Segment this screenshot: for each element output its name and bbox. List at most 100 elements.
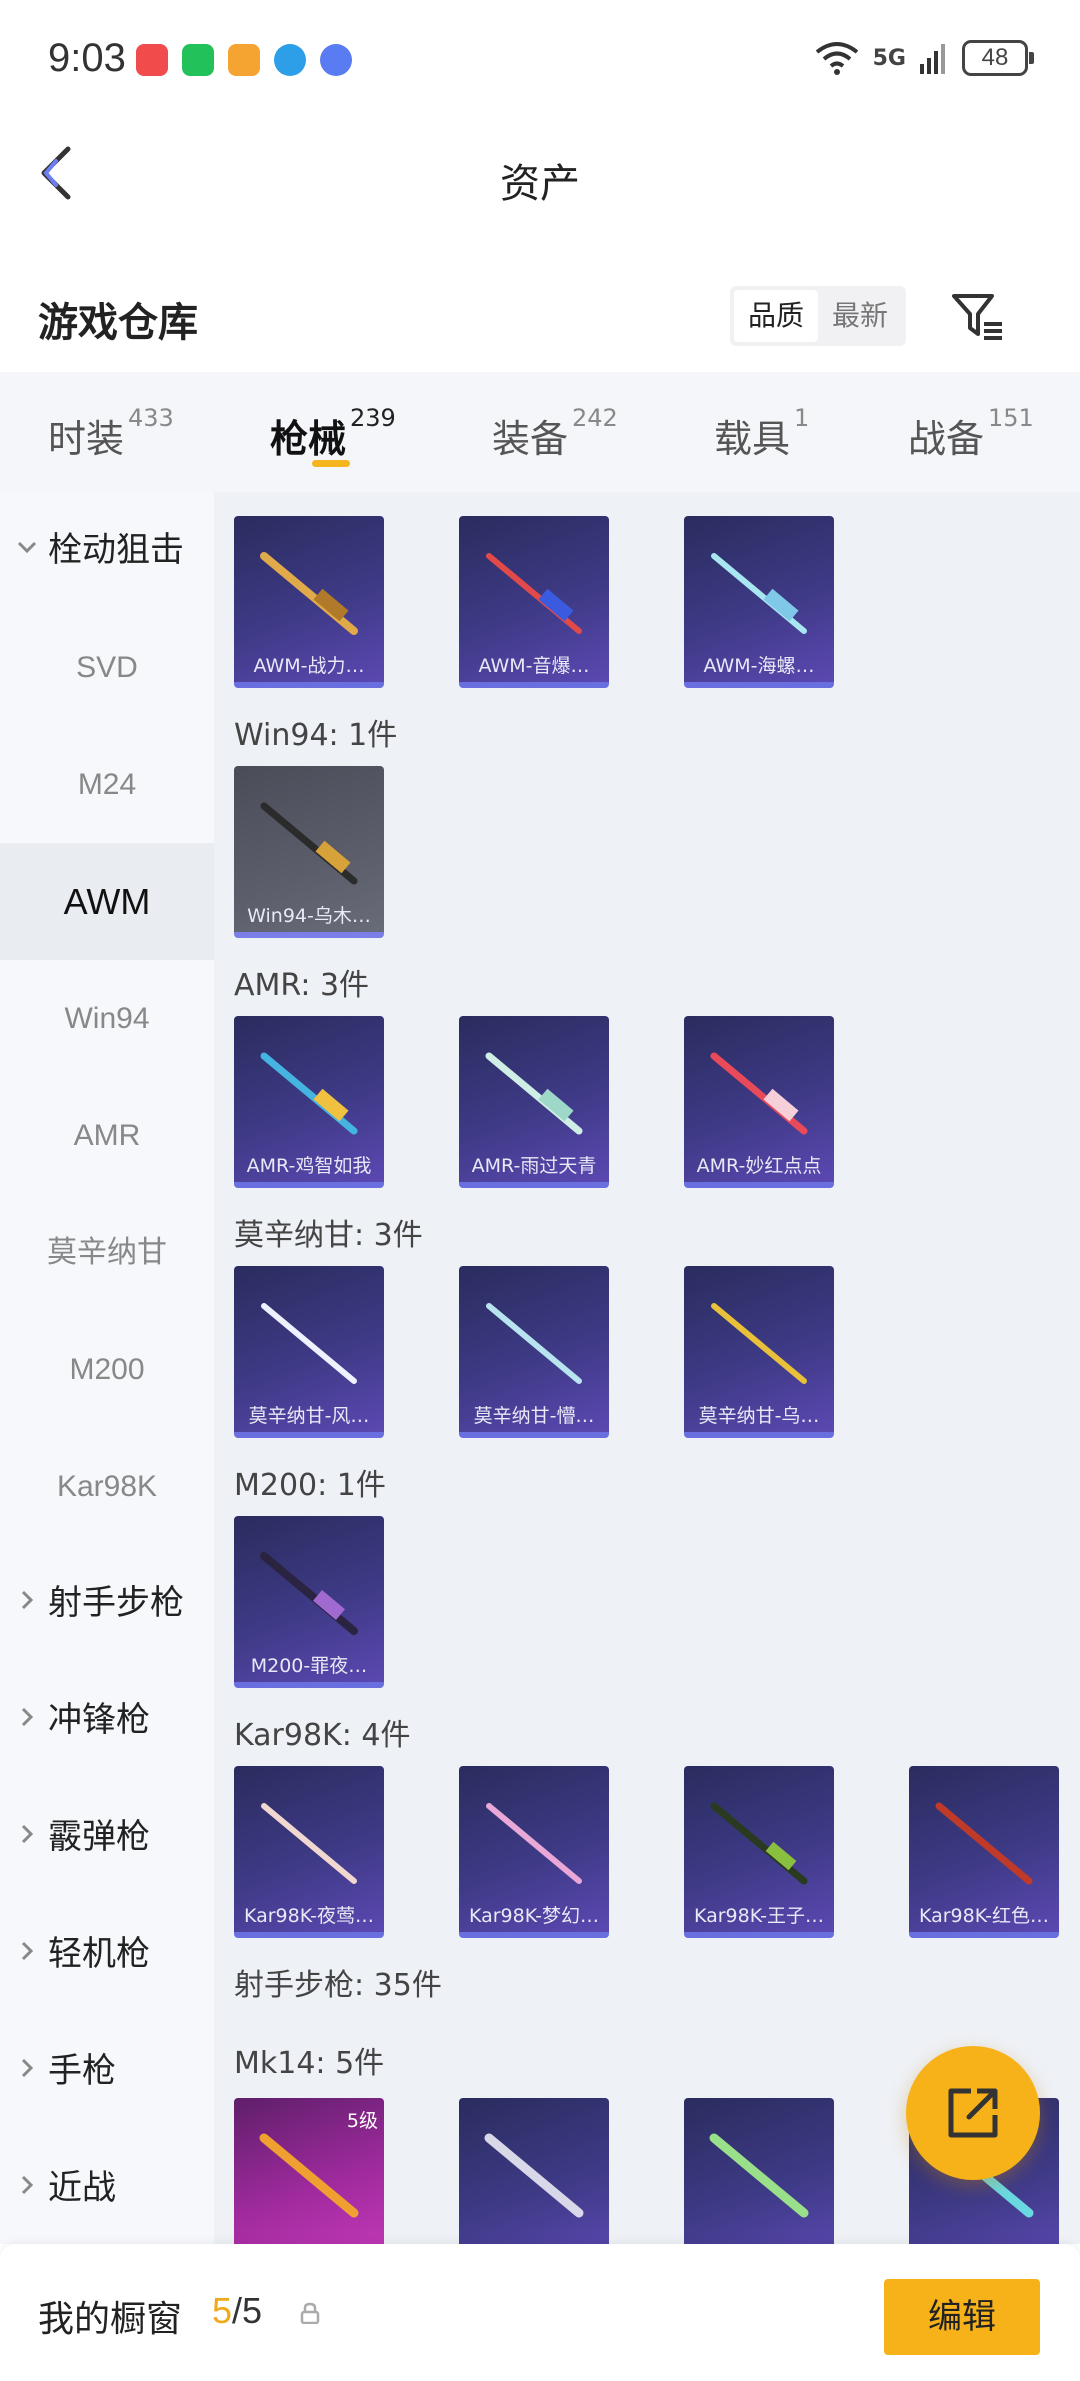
sidebar-item-svd[interactable]: SVD	[0, 609, 214, 726]
tab-label: 载具	[714, 417, 791, 461]
showcase-count-separator: /	[232, 2290, 243, 2331]
item-card[interactable]: 莫辛纳甘-乌…	[684, 1266, 834, 1438]
group-label-mk14: Mk14: 5件	[234, 2046, 385, 2081]
tab-fashion[interactable]: 时装 433	[48, 404, 174, 463]
sidebar-group-bolt-sniper[interactable]: 栓动狙击	[0, 492, 214, 609]
rifle-skin-icon	[485, 1052, 583, 1135]
warehouse-header: 游戏仓库 品质 最新	[0, 270, 1080, 370]
tab-label: 战备	[908, 417, 985, 461]
sidebar-group-melee[interactable]: 近战	[0, 2130, 214, 2244]
item-name: AMR-雨过天青	[471, 1155, 597, 1177]
sidebar-group-label: 近战	[48, 2168, 116, 2208]
edit-button[interactable]: 编辑	[884, 2279, 1040, 2355]
rifle-skin-icon	[260, 1052, 358, 1135]
item-card[interactable]: AWM-战力…	[234, 516, 384, 688]
sort-by-newest[interactable]: 最新	[818, 290, 902, 342]
item-card[interactable]	[684, 2098, 834, 2244]
tab-label: 枪械	[270, 417, 347, 461]
sidebar-item-awm[interactable]: AWM	[0, 843, 214, 960]
category-tabs: 时装 433 枪械 239 装备 242 载具 1 战备 151	[0, 372, 1080, 492]
rifle-skin-icon	[486, 1803, 582, 1884]
sort-by-quality[interactable]: 品质	[734, 290, 818, 342]
group-label-mosin: 莫辛纳甘: 3件	[234, 1218, 423, 1253]
sidebar-group-label: 冲锋枪	[48, 1700, 150, 1740]
tab-equipment[interactable]: 装备 242	[492, 404, 618, 463]
sidebar-group-dmr[interactable]: 射手步枪	[0, 1545, 214, 1662]
chevron-right-icon	[21, 1941, 34, 1961]
tab-firearms[interactable]: 枪械 239	[270, 404, 396, 463]
group-label-m200: M200: 1件	[234, 1468, 386, 1503]
item-card[interactable]: 5级	[234, 2098, 384, 2244]
rifle-skin-icon	[484, 2133, 584, 2218]
sidebar-group-smg[interactable]: 冲锋枪	[0, 1662, 214, 1779]
sidebar-group-label: 轻机枪	[48, 1934, 150, 1974]
item-card[interactable]: AWM-音爆…	[459, 516, 609, 688]
item-name: 莫辛纳甘-风…	[248, 1405, 370, 1427]
chevron-right-icon	[21, 1707, 34, 1727]
page-title: 资产	[500, 161, 580, 207]
rifle-skin-icon	[710, 1802, 808, 1885]
item-card[interactable]: 莫辛纳甘-风…	[234, 1266, 384, 1438]
sort-toggle: 品质 最新	[730, 286, 906, 346]
sidebar-item-win94[interactable]: Win94	[0, 960, 214, 1077]
item-name: AWM-海螺…	[703, 655, 815, 677]
chevron-right-icon	[21, 1824, 34, 1844]
item-card[interactable]: AMR-妙红点点	[684, 1016, 834, 1188]
sidebar-item-m200[interactable]: M200	[0, 1311, 214, 1428]
item-card[interactable]: AMR-鸡智如我	[234, 1016, 384, 1188]
status-right: 5G 48	[815, 40, 1034, 76]
tab-vehicles[interactable]: 载具 1	[714, 404, 809, 463]
warehouse-title: 游戏仓库	[38, 300, 198, 346]
sidebar-item-amr[interactable]: AMR	[0, 1077, 214, 1194]
tab-count: 151	[988, 404, 1034, 432]
chevron-right-icon	[21, 2175, 34, 2195]
game-center-icon	[228, 44, 260, 76]
shopping-app-icon	[136, 44, 168, 76]
item-card[interactable]: Kar98K-夜莺…	[234, 1766, 384, 1938]
sidebar-group-shotgun[interactable]: 霰弹枪	[0, 1779, 214, 1896]
item-name: M200-罪夜…	[250, 1655, 368, 1677]
group-label-amr: AMR: 3件	[234, 968, 370, 1003]
sidebar-item-kar98k[interactable]: Kar98K	[0, 1428, 214, 1545]
filter-icon[interactable]	[950, 288, 1006, 344]
sidebar-item-mosin[interactable]: 莫辛纳甘	[0, 1194, 214, 1311]
rifle-skin-icon	[709, 2133, 809, 2218]
rifle-skin-icon	[710, 1052, 808, 1135]
sidebar-item-m24[interactable]: M24	[0, 726, 214, 843]
tab-count: 1	[794, 404, 810, 432]
item-card[interactable]: 莫辛纳甘-懵…	[459, 1266, 609, 1438]
item-card[interactable]: Kar98K-梦幻…	[459, 1766, 609, 1938]
item-card[interactable]: M200-罪夜…	[234, 1516, 384, 1688]
item-name: AMR-妙红点点	[696, 1155, 822, 1177]
item-card[interactable]	[459, 2098, 609, 2244]
music-icon	[320, 44, 352, 76]
rifle-skin-icon	[260, 552, 358, 635]
sidebar-group-label: 手枪	[48, 2051, 116, 2091]
showcase-count: 5/5	[212, 2290, 262, 2332]
item-card[interactable]: Kar98K-红色…	[909, 1766, 1059, 1938]
group-label-kar98k: Kar98K: 4件	[234, 1718, 411, 1753]
share-button[interactable]	[906, 2046, 1040, 2180]
section-label-dmr: 射手步枪: 35件	[234, 1968, 442, 2003]
item-card[interactable]: AMR-雨过天青	[459, 1016, 609, 1188]
network-type: 5G	[872, 45, 906, 71]
sidebar-group-pistol[interactable]: 手枪	[0, 2013, 214, 2130]
item-name: 莫辛纳甘-乌…	[698, 1405, 820, 1427]
chevron-down-icon	[17, 541, 37, 554]
active-tab-indicator	[312, 460, 350, 467]
chevron-right-icon	[21, 1590, 34, 1610]
item-name: AWM-战力…	[253, 655, 365, 677]
status-time: 9:03	[48, 36, 126, 80]
rifle-skin-icon	[711, 553, 807, 634]
item-card[interactable]: AWM-海螺…	[684, 516, 834, 688]
item-card[interactable]: Win94-乌木…	[234, 766, 384, 938]
rifle-skin-icon	[259, 2133, 359, 2218]
item-name: 莫辛纳甘-懵…	[473, 1405, 595, 1427]
tab-supplies[interactable]: 战备 151	[908, 404, 1034, 463]
item-card[interactable]: Kar98K-王子…	[684, 1766, 834, 1938]
lock-icon	[300, 2302, 320, 2324]
chevron-right-icon	[21, 2058, 34, 2078]
sidebar-group-lmg[interactable]: 轻机枪	[0, 1896, 214, 2013]
status-bar: 9:03 5G 48	[0, 0, 1080, 125]
tab-count: 239	[350, 404, 396, 432]
